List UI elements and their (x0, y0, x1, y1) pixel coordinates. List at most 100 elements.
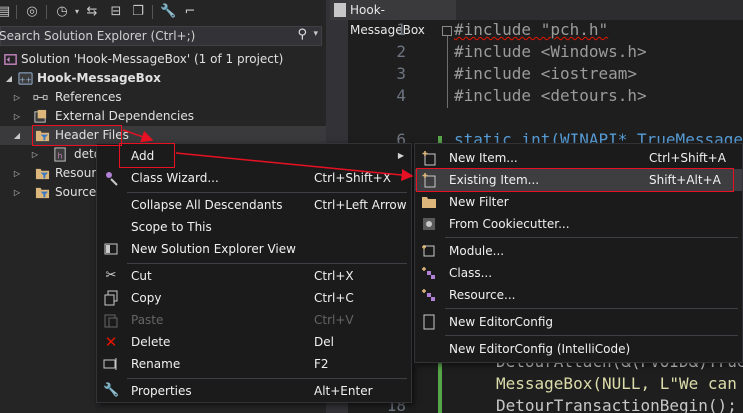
menu-item-collapse-all[interactable]: Collapse All Descendants Ctrl+Left Arrow (97, 194, 411, 216)
chevron-right-icon[interactable]: ▷ (12, 109, 22, 124)
cpp-project-icon: ++ (18, 72, 33, 85)
menu-item-label: Rename (131, 357, 181, 371)
menu-item-from-cookiecutter[interactable]: From Cookiecutter... (415, 213, 742, 235)
toolbar-separator (152, 5, 153, 19)
menu-item-copy[interactable]: Copy Ctrl+C (97, 287, 411, 309)
menu-item-cut[interactable]: ✂ Cut Ctrl+X (97, 265, 411, 287)
code-line[interactable]: #include <Windows.h> (454, 42, 647, 61)
menu-item-rename[interactable]: Rename F2 (97, 353, 411, 375)
menu-item-delete[interactable]: ✕ Delete Del (97, 331, 411, 353)
menu-item-scope-to-this[interactable]: Scope to This (97, 216, 411, 238)
tree-item-solution[interactable]: Solution 'Hook-MessageBox' (1 of 1 proje… (0, 50, 326, 69)
filter-folder-icon (35, 168, 50, 180)
search-input[interactable]: Search Solution Explorer (Ctrl+;) (0, 29, 195, 43)
menu-item-module[interactable]: Module... (415, 240, 742, 262)
collapse-all-icon[interactable]: ⊟ (108, 4, 124, 20)
cookiecutter-icon (423, 218, 435, 230)
toolbar-separator (46, 5, 47, 19)
tree-item-external-dependencies[interactable]: ▷ External Dependencies (0, 107, 326, 126)
solution-explorer-search[interactable]: Search Solution Explorer (Ctrl+;) ⚲ ▾ (0, 26, 322, 46)
menu-item-class[interactable]: Class... (415, 262, 742, 284)
chevron-right-icon[interactable]: ▷ (12, 166, 22, 181)
chevron-down-icon[interactable]: ▾ (69, 4, 85, 20)
menu-separator (127, 263, 407, 264)
scissors-icon: ✂ (105, 268, 117, 283)
menu-item-shortcut: F2 (314, 357, 329, 371)
chevron-right-icon[interactable]: ▷ (12, 90, 22, 105)
copy-icon (104, 290, 118, 306)
menu-item-new-editorconfig[interactable]: New EditorConfig (415, 311, 742, 333)
rename-icon (103, 358, 117, 370)
code-text: #include "pch.h" (454, 20, 609, 39)
menu-item-shortcut: Ctrl+C (314, 291, 354, 305)
annotation-box-header-files (32, 125, 122, 146)
editorconfig-icon (423, 314, 435, 330)
chevron-down-icon[interactable]: ▾ (313, 29, 318, 39)
menu-separator (127, 378, 407, 379)
chevron-down-icon[interactable]: ◢ (12, 128, 22, 143)
collapse-region-icon[interactable] (442, 26, 452, 36)
tree-item-label: References (55, 90, 122, 104)
line-number: 3 (396, 64, 406, 83)
menu-item-shortcut: Ctrl+V (314, 313, 354, 327)
menu-item-label: Collapse All Descendants (131, 198, 283, 212)
filter-folder-icon (35, 187, 50, 199)
menu-item-new-filter[interactable]: New Filter (415, 191, 742, 213)
class-wizard-icon (106, 172, 118, 186)
menu-item-class-wizard[interactable]: Class Wizard... Ctrl+Shift+X (97, 167, 411, 189)
menu-item-shortcut: Del (314, 335, 334, 349)
toolbar-separator (16, 5, 17, 19)
menu-item-new-se-view[interactable]: New Solution Explorer View (97, 238, 411, 260)
editor-tab-strip: Hook-MessageBox (330, 0, 743, 37)
solution-icon (4, 54, 17, 65)
wrench-icon[interactable]: 🔧 (160, 4, 176, 20)
menu-item-shortcut: Ctrl+Left Arrow (314, 198, 407, 212)
tree-item-label: External Dependencies (55, 109, 195, 123)
menu-item-label: Delete (131, 335, 171, 349)
chevron-right-icon[interactable]: ▷ (12, 185, 22, 200)
tree-item-references[interactable]: ▷ References (0, 88, 326, 107)
solution-explorer-toolbar: ▤ ◎ ◷ ▾ ⇆ ⊟ ❐ 🔧 ⌐ (0, 0, 326, 26)
chevron-right-icon[interactable]: ▷ (30, 147, 40, 162)
globe-icon[interactable]: ◎ (24, 4, 40, 20)
svg-text:h: h (58, 151, 63, 160)
delete-x-icon: ✕ (104, 333, 118, 351)
menu-separator (445, 237, 738, 238)
switch-views-icon[interactable]: ▤ (0, 4, 12, 20)
line-number: 4 (396, 86, 406, 105)
menu-item-shortcut: Alt+Enter (314, 384, 373, 398)
show-all-files-icon[interactable]: ❐ (130, 4, 146, 20)
menu-item-properties[interactable]: 🔧 Properties Alt+Enter (97, 380, 411, 402)
menu-item-shortcut: Ctrl+Shift+X (314, 171, 391, 185)
menu-item-new-item[interactable]: New Item... Ctrl+Shift+A (415, 147, 742, 169)
code-line[interactable]: DetourTransactionBegin(); (496, 396, 737, 413)
code-line[interactable]: MessageBox(NULL, L"We can (496, 374, 737, 393)
menu-item-label: New EditorConfig (449, 315, 554, 329)
line-number: 2 (396, 42, 406, 61)
menu-item-label: Class Wizard... (131, 171, 219, 185)
menu-item-resource[interactable]: Resource... (415, 284, 742, 306)
menu-separator (445, 335, 738, 336)
preview-selected-icon[interactable]: ⌐ (182, 4, 198, 20)
menu-item-shortcut: Ctrl+Shift+A (649, 151, 726, 165)
editor-tab[interactable]: Hook-MessageBox (330, 0, 456, 37)
history-icon[interactable]: ◷ (54, 4, 70, 20)
line-number: 1 (396, 20, 406, 39)
chevron-down-icon[interactable]: ◢ (4, 71, 14, 86)
menu-item-label: Class... (449, 266, 493, 280)
tree-item-project[interactable]: ◢ ++ Hook-MessageBox (0, 69, 326, 88)
menu-item-label: New Filter (449, 195, 509, 209)
menu-item-label: New EditorConfig (IntelliCode) (449, 342, 631, 356)
search-icon[interactable]: ⚲ (297, 27, 307, 42)
new-view-icon (104, 243, 118, 255)
sync-icon[interactable]: ⇆ (84, 4, 100, 20)
code-line[interactable]: #include <iostream> (454, 64, 637, 83)
menu-item-label: New Item... (449, 151, 518, 165)
code-line[interactable]: #include "pch.h" (454, 20, 608, 39)
tree-item-label: Solution 'Hook-MessageBox' (1 of 1 proje… (21, 52, 284, 66)
menu-separator (445, 308, 738, 309)
code-line[interactable]: #include <detours.h> (454, 86, 647, 105)
svg-text:++: ++ (19, 75, 32, 84)
menu-item-label: Properties (131, 384, 192, 398)
menu-item-new-editorconfig-intellicode[interactable]: New EditorConfig (IntelliCode) (415, 338, 742, 360)
